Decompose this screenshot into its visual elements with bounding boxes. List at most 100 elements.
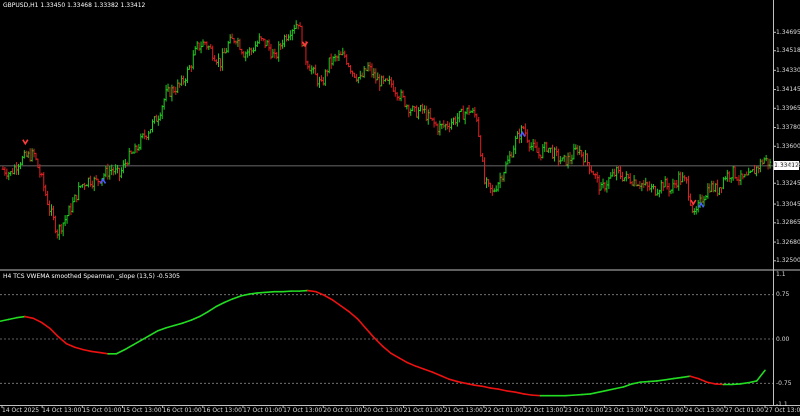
indicator-tick-label: 1.1	[776, 270, 786, 278]
time-tick-label: 16 Oct 01:00	[162, 407, 202, 414]
indicator-line-segment	[140, 334, 151, 341]
indicator-line-segment	[331, 299, 342, 307]
buy-signal-arrow	[99, 177, 107, 184]
indicator-line-segment	[0, 318, 10, 323]
indicator-tick-label: -0.75	[776, 379, 792, 387]
indicator-line-segment	[473, 384, 484, 388]
indicator-line-segment	[356, 318, 367, 330]
indicator-line-segment	[123, 344, 134, 351]
indicator-line-segment	[190, 315, 201, 321]
indicator-line-segment	[755, 369, 766, 382]
indicator-line-segment	[489, 387, 500, 391]
indicator-line-segment	[423, 368, 434, 373]
ohlc-values: 1.33450 1.33468 1.33382 1.33412	[40, 2, 146, 9]
time-tick-label: 20 Oct 01:00	[323, 407, 363, 414]
indicator-line-segment	[90, 350, 101, 354]
time-tick-label: 24 Oct 13:00	[684, 407, 724, 414]
indicator-line-segment	[15, 315, 26, 319]
indicator-tick-label: 0.00	[776, 335, 790, 343]
chart-canvas[interactable]	[0, 0, 800, 416]
time-tick-label: 17 Oct 01:00	[242, 407, 283, 414]
price-tick-label: 1.34695	[776, 28, 800, 36]
price-pane[interactable]	[0, 20, 773, 240]
indicator-line-segment	[281, 290, 292, 293]
price-tick-label: 1.33245	[776, 179, 800, 187]
indicator-line-segment	[381, 345, 392, 354]
indicator-line-segment	[614, 386, 625, 390]
indicator-line-segment	[531, 394, 542, 397]
indicator-pane[interactable]	[0, 289, 773, 397]
indicator-title: H4 TCS VWEMA smoothed Spearman _slope (1…	[3, 273, 180, 280]
price-tick-label: 1.32500	[776, 257, 800, 265]
indicator-line-segment	[198, 311, 209, 318]
time-tick-label: 15 Oct 13:00	[122, 407, 162, 414]
indicator-line-segment	[398, 357, 409, 364]
indicator-line-segment	[232, 295, 242, 300]
indicator-line-segment	[49, 327, 60, 338]
indicator-line-segment	[697, 377, 708, 383]
indicator-line-segment	[597, 389, 608, 393]
price-tick-label: 1.33045	[776, 200, 800, 208]
indicator-line-segment	[481, 385, 492, 389]
indicator-line-segment	[514, 391, 525, 395]
indicator-line-segment	[714, 383, 725, 386]
time-tick-label: 24 Oct 01:00	[644, 407, 684, 414]
indicator-line-segment	[115, 348, 126, 355]
indicator-line-segment	[298, 289, 309, 292]
time-tick-label: 27 Oct 13:00	[765, 407, 800, 414]
indicator-line-segment	[606, 387, 617, 392]
indicator-line-segment	[148, 329, 159, 337]
indicator-line-segment	[498, 388, 509, 392]
indicator-line-segment	[414, 365, 425, 370]
indicator-line-segment	[689, 375, 700, 380]
price-tick-label: 1.33965	[776, 104, 800, 112]
price-tick-label: 1.32865	[776, 219, 800, 227]
indicator-line-segment	[622, 383, 633, 388]
indicator-line-segment	[747, 380, 758, 384]
indicator-line-segment	[439, 374, 450, 380]
time-tick-label: 23 Oct 01:00	[564, 407, 604, 414]
indicator-line-segment	[456, 380, 467, 385]
indicator-line-segment	[431, 371, 442, 377]
price-tick-label: 1.34145	[776, 86, 800, 94]
indicator-line-segment	[265, 290, 276, 294]
indicator-line-segment	[406, 361, 417, 367]
indicator-line-segment	[207, 305, 217, 313]
time-tick-label: 22 Oct 13:00	[524, 407, 564, 414]
indicator-line-segment	[65, 342, 76, 349]
time-tick-label: 21 Oct 13:00	[443, 407, 483, 414]
indicator-line-segment	[572, 393, 583, 396]
indicator-line-segment	[340, 305, 351, 313]
indicator-line-segment	[672, 376, 683, 380]
indicator-line-segment	[223, 298, 234, 304]
indicator-line-segment	[132, 339, 143, 346]
indicator-line-segment	[98, 351, 109, 355]
buy-signal-arrow	[519, 131, 526, 137]
price-tick-label: 1.33412	[776, 162, 800, 170]
time-tick-label: 14 Oct 13:00	[42, 407, 82, 414]
indicator-line-segment	[306, 289, 317, 293]
indicator-line-segment	[173, 322, 184, 327]
time-tick-label: 20 Oct 13:00	[363, 407, 403, 414]
indicator-line-segment	[506, 390, 517, 393]
time-tick-label: 15 Oct 01:00	[82, 407, 122, 414]
time-tick-label: 23 Oct 13:00	[604, 407, 644, 414]
indicator-line-segment	[157, 326, 168, 332]
price-tick-label: 1.32680	[776, 238, 800, 246]
indicator-line-segment	[448, 378, 459, 383]
indicator-line-segment	[32, 317, 43, 324]
indicator-line-segment	[57, 335, 68, 345]
indicator-line-segment	[647, 380, 658, 383]
indicator-line-segment	[24, 315, 35, 320]
indicator-line-segment	[664, 377, 675, 381]
indicator-line-segment	[589, 391, 600, 395]
time-tick-label: 14 Oct 2025	[2, 407, 40, 414]
indicator-line-segment	[581, 393, 592, 396]
indicator-line-segment	[681, 375, 691, 379]
price-tick-label: 1.34330	[776, 66, 800, 74]
indicator-line-segment	[348, 311, 359, 320]
indicator-line-segment	[74, 346, 84, 351]
indicator-line-segment	[739, 381, 750, 385]
indicator-line-segment	[40, 321, 51, 330]
price-tick-label: 1.33600	[776, 142, 800, 150]
